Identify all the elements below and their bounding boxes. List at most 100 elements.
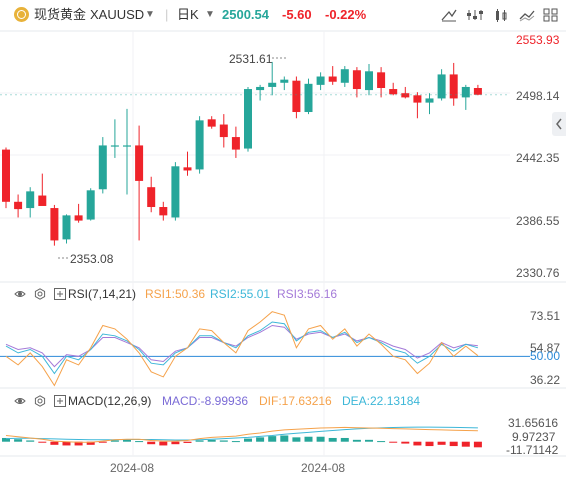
- macd-bar: [425, 441, 434, 447]
- collapse-icon[interactable]: [54, 288, 66, 300]
- candle-body: [292, 80, 301, 113]
- collapse-panel-button[interactable]: [552, 112, 566, 136]
- date-label: 2024-08: [301, 461, 346, 475]
- high-annotation: 2531.61: [229, 52, 273, 66]
- candle-body: [280, 79, 289, 83]
- candle-body: [159, 207, 168, 216]
- rsi-axis-label: 73.51: [530, 309, 561, 323]
- macd-bar: [437, 441, 446, 445]
- candle-body: [231, 137, 240, 150]
- rsi-lines: [0, 311, 530, 387]
- candle-body: [14, 201, 23, 210]
- dif-value: DIF:17.63216: [259, 394, 332, 408]
- candle-body: [304, 83, 313, 113]
- macd-bar: [219, 440, 228, 442]
- price-axis-label: 2442.35: [516, 151, 560, 165]
- rsi-title: RSI(7,14,21): [68, 287, 137, 301]
- candle-body: [389, 89, 398, 95]
- macd-bar: [183, 441, 192, 443]
- candle-body: [183, 167, 192, 171]
- candle-body: [316, 76, 325, 85]
- macd-bar: [256, 437, 265, 442]
- eye-icon[interactable]: [14, 395, 26, 407]
- candle-body: [74, 215, 83, 221]
- candle-body: [123, 145, 131, 147]
- date-label: 2024-08: [110, 461, 155, 475]
- macd-bar: [292, 437, 301, 442]
- macd-bar: [377, 441, 386, 443]
- rsi2-value: RSI2:55.01: [210, 287, 271, 301]
- candle-body: [340, 69, 349, 83]
- macd-bar: [328, 437, 337, 442]
- macd-bar: [171, 441, 180, 445]
- candle-body: [377, 72, 386, 88]
- candle-body: [473, 87, 482, 95]
- macd-bar: [38, 441, 47, 443]
- candle-body: [401, 93, 410, 98]
- candle-body: [98, 145, 107, 190]
- candle-body: [50, 208, 59, 241]
- low-annotation: 2353.08: [70, 252, 114, 266]
- candle-body: [207, 119, 216, 127]
- macd-bar: [449, 441, 458, 447]
- candle-body: [219, 124, 228, 138]
- price-axis-label: 2330.76: [516, 266, 560, 280]
- macd-bar: [352, 439, 361, 442]
- price-axis-label: 2553.93: [516, 33, 560, 47]
- macd-axis-label: 9.97237: [512, 430, 556, 444]
- candle-body: [352, 70, 361, 90]
- rsi-axis-label: 50.00: [530, 349, 561, 363]
- candle-body: [425, 98, 434, 103]
- macd-series: [2, 426, 482, 448]
- eye-icon[interactable]: [14, 288, 26, 300]
- candle-body: [86, 190, 95, 220]
- candle-body: [244, 89, 252, 149]
- macd-bar: [389, 441, 398, 443]
- rsi1-line: [5, 311, 479, 387]
- candle-body: [26, 191, 35, 209]
- rsi1-value: RSI1:50.36: [145, 287, 206, 301]
- macd-bar: [14, 439, 23, 442]
- candlestick-series: [0, 57, 510, 259]
- macd-bar: [340, 437, 349, 442]
- dea-value: DEA:22.13184: [342, 394, 421, 408]
- collapse-icon[interactable]: [54, 395, 66, 407]
- macd-bar: [413, 441, 422, 446]
- macd-bar: [207, 439, 216, 442]
- rsi-axis-label: 36.22: [530, 373, 561, 387]
- macd-bar: [231, 441, 240, 443]
- rsi3-line: [5, 324, 478, 368]
- price-axis-label: 2498.14: [516, 89, 560, 103]
- macd-bar: [268, 436, 277, 442]
- candle-body: [268, 82, 277, 87]
- candle-body: [62, 215, 71, 240]
- macd-value: MACD:-8.99936: [162, 394, 249, 408]
- candle-body: [2, 149, 10, 202]
- price-axis-label: 2386.55: [516, 214, 560, 228]
- rsi2-line: [5, 321, 479, 375]
- macd-bar: [304, 436, 313, 442]
- dif-line: [5, 426, 478, 443]
- macd-bar: [110, 440, 119, 442]
- macd-bar: [123, 439, 131, 442]
- candle-body: [110, 145, 119, 147]
- candle-body: [328, 76, 337, 82]
- macd-axis-label: -11.71142: [506, 443, 559, 457]
- candle-body: [135, 145, 144, 181]
- settings-icon[interactable]: [34, 288, 46, 300]
- macd-bar: [195, 440, 204, 442]
- macd-bar: [461, 441, 470, 447]
- rsi3-value: RSI3:56.16: [277, 287, 338, 301]
- macd-bar: [26, 440, 35, 442]
- macd-title: MACD(12,26,9): [68, 394, 152, 408]
- candle-body: [171, 166, 180, 218]
- candle-body: [413, 95, 422, 103]
- macd-bar: [401, 441, 410, 444]
- macd-axis-label: 31.65616: [508, 416, 559, 430]
- macd-bar: [135, 441, 144, 443]
- candle-body: [256, 86, 265, 91]
- candle-body: [365, 71, 373, 91]
- macd-bar: [244, 438, 252, 442]
- candle-body: [147, 187, 156, 208]
- settings-icon[interactable]: [34, 395, 46, 407]
